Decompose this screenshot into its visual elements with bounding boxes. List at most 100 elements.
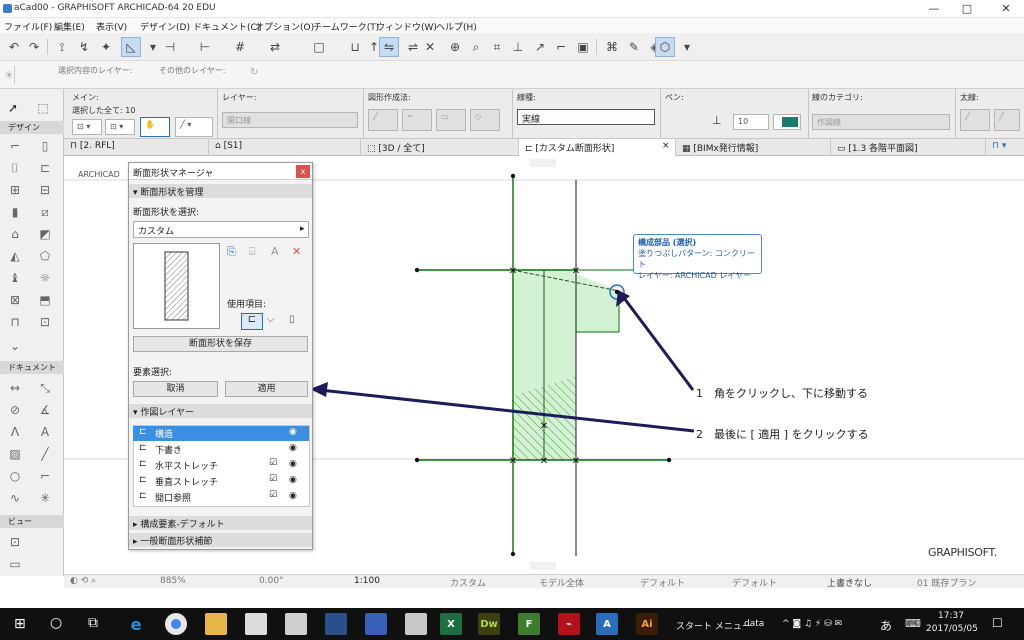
node-point[interactable]	[414, 267, 420, 273]
geometry-rectangle-button[interactable]: ▭	[436, 109, 466, 131]
geometry-rotated-button[interactable]: ◇	[470, 109, 500, 131]
angle-value[interactable]: 0.00°	[259, 576, 284, 586]
selection-icon[interactable]: ⌘	[602, 37, 622, 57]
layers-icon[interactable]: ⬡	[655, 37, 675, 57]
dimension-style[interactable]: デフォルト	[732, 576, 777, 589]
line-tool-button[interactable]: ╱ ▾	[175, 117, 213, 137]
edge-icon[interactable]: e	[125, 613, 147, 635]
frame-button[interactable]: ⊡ ▾	[72, 119, 102, 135]
cancel-button[interactable]: 取消	[133, 381, 218, 397]
ime-indicator[interactable]: あ	[880, 617, 892, 634]
layer-row-vertical-stretch[interactable]: ⊏ 垂直ストレッチ ☑ ◉	[133, 474, 309, 489]
use-column-icon[interactable]: ▯	[289, 314, 295, 325]
mark-up-icon[interactable]: ✎	[624, 37, 644, 57]
section-general-header[interactable]: ▸ 一般断面形状補節	[129, 533, 312, 547]
object-tool[interactable]: ♝	[6, 269, 24, 287]
explorer-icon[interactable]	[205, 613, 227, 635]
adjust-icon[interactable]: ⊥	[508, 37, 528, 57]
curtain-wall-tool[interactable]: ⬠	[36, 247, 54, 265]
tab-3d[interactable]: ⬚ [3D / 全て]	[361, 139, 519, 156]
new-profile-icon[interactable]: ⎘	[227, 245, 236, 259]
tab-bimx[interactable]: ▦ [BIMx発行情報]	[676, 139, 831, 156]
section-manage-header[interactable]: ▾ 断面形状を管理	[129, 184, 312, 198]
marquee-icon[interactable]: □	[309, 37, 329, 57]
inject-icon[interactable]: ↯	[74, 37, 94, 57]
merge-icon[interactable]: ⊕	[445, 37, 465, 57]
windows-start-icon[interactable]: ⊞	[14, 616, 26, 632]
layer-row-horizontal-stretch[interactable]: ⊏ 水平ストレッチ ☑ ◉	[133, 458, 309, 473]
pen-input[interactable]: 10	[733, 114, 769, 130]
linetype-select[interactable]: 実線	[517, 109, 655, 125]
document-header[interactable]: ドキュメント	[0, 361, 64, 374]
magic-wand-icon[interactable]: ✦	[96, 37, 116, 57]
input-mode-icon[interactable]: ⌨	[905, 617, 921, 630]
fillet-icon[interactable]: ⌐	[551, 37, 571, 57]
undo-icon[interactable]: ↶	[4, 37, 24, 57]
arc-text-tool[interactable]: Λ	[6, 423, 24, 441]
node-point[interactable]	[666, 457, 672, 463]
image-app-icon[interactable]	[285, 613, 307, 635]
eye-icon[interactable]: ◉	[289, 443, 297, 453]
clock-date[interactable]: 2017/05/05	[926, 624, 978, 634]
compare-icon[interactable]: ✕	[420, 37, 440, 57]
graphic-override[interactable]: 上書きなし	[827, 576, 872, 589]
use-beam-icon[interactable]: ⌵	[267, 314, 275, 325]
maximize-button[interactable]: □	[953, 1, 981, 17]
skylight-tool[interactable]: ⊟	[36, 181, 54, 199]
redo-icon[interactable]: ↷	[24, 37, 44, 57]
scale-value[interactable]: 1:100	[354, 576, 380, 586]
rename-profile-icon[interactable]: ⌸	[249, 245, 256, 259]
thickness-button[interactable]: ╱	[960, 109, 990, 131]
tab-close-icon[interactable]: ×	[662, 141, 670, 151]
geometry-line-button[interactable]: ╱	[368, 109, 398, 131]
railing-tool[interactable]: ⊓	[6, 313, 24, 331]
window-tool[interactable]: ⊞	[6, 181, 24, 199]
model-view[interactable]: モデル全体	[539, 576, 584, 589]
excel-icon[interactable]: X	[440, 613, 462, 635]
opening-tool[interactable]: ⊡	[36, 313, 54, 331]
grid-snap-icon[interactable]: #	[230, 37, 250, 57]
use-wall-icon[interactable]: ⊏	[241, 313, 263, 330]
eye-icon[interactable]: ◉	[289, 459, 297, 469]
dimension-tool[interactable]: ↔	[6, 379, 24, 397]
offset-icon[interactable]: ↗	[530, 37, 550, 57]
start-menu-label[interactable]: スタート メニュー	[676, 619, 751, 632]
tab-navigator-icon[interactable]: ⊓ ▾	[986, 139, 1024, 156]
eye-icon[interactable]: ◉	[289, 427, 297, 437]
marquee-tool[interactable]: ⬚	[34, 99, 52, 117]
more-tools-icon[interactable]: ⌄	[6, 337, 24, 355]
layer-select[interactable]: 開口線	[222, 112, 358, 128]
lock-icon[interactable]: ⊔	[345, 37, 365, 57]
archicad-icon[interactable]: A	[596, 613, 618, 635]
suspend-groups-icon[interactable]: ⇄	[265, 37, 285, 57]
text-profile-icon[interactable]: A	[271, 245, 279, 258]
menu-window[interactable]: ウィンドウ(W)	[376, 20, 437, 33]
layer-combo[interactable]: カスタム	[450, 576, 486, 589]
chevron-down-icon[interactable]: ▾	[677, 37, 697, 57]
navigation-icons[interactable]: ◐ ⟲ ⌕	[70, 576, 96, 586]
angle-dimension-tool[interactable]: ∡	[36, 401, 54, 419]
thickness-option-button[interactable]: ╱	[994, 109, 1020, 131]
tab-floor-plan[interactable]: ▭ [1.3 各階平面図]	[831, 139, 986, 156]
node-point[interactable]	[414, 457, 420, 463]
dreamweaver-icon[interactable]: Dw	[478, 613, 500, 635]
boolean-icon[interactable]: ▣	[573, 37, 593, 57]
radial-dimension-tool[interactable]: ⊘	[6, 401, 24, 419]
menu-teamwork[interactable]: チームワーク(T)	[313, 20, 379, 33]
morph-tool[interactable]: ◭	[6, 247, 24, 265]
design-header[interactable]: デザイン	[0, 121, 64, 134]
checkbox-checked[interactable]: ☑	[269, 474, 277, 484]
roof-tool[interactable]: ⌂	[6, 225, 24, 243]
node-point[interactable]	[510, 551, 516, 557]
task-view-icon[interactable]: ⧉	[88, 615, 98, 631]
zoom-value[interactable]: 885%	[160, 576, 186, 586]
section-tool[interactable]: ⊡	[6, 533, 24, 551]
clock-time[interactable]: 17:37	[938, 611, 964, 621]
trace-icon[interactable]: ⇋	[379, 37, 399, 57]
data-folder-label[interactable]: data	[744, 619, 764, 629]
node-point[interactable]	[510, 173, 516, 179]
apply-button[interactable]: 適用	[225, 381, 308, 397]
hotspot-tool[interactable]: ✳	[36, 489, 54, 507]
tab-custom-profile[interactable]: ⊏ [カスタム断面形状] ×	[519, 139, 676, 156]
panel-close-button[interactable]: x	[296, 165, 310, 178]
